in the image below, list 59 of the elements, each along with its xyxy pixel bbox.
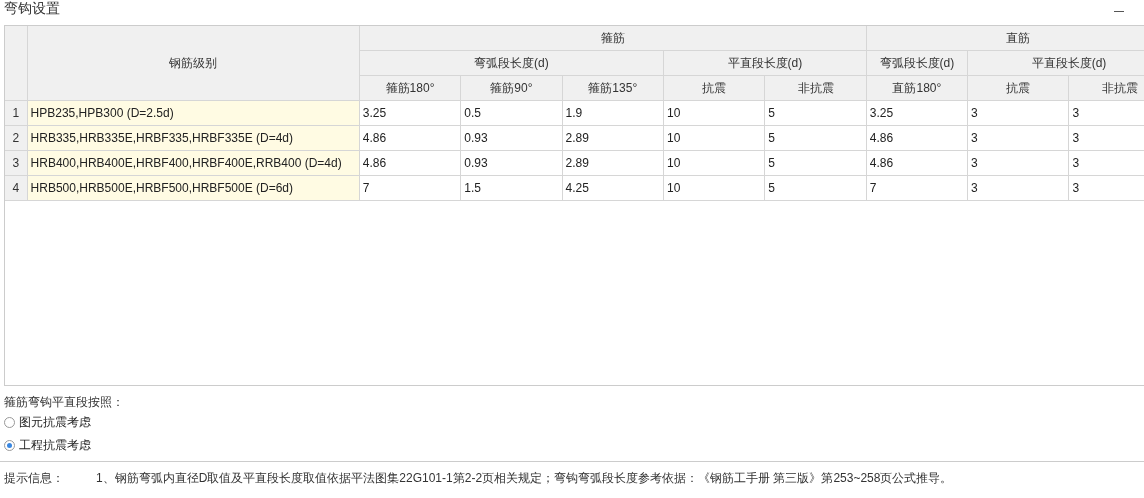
table-cell: 5 (764, 100, 867, 126)
table-cell: 0.93 (460, 150, 563, 176)
column-header: 箍筋180° (359, 75, 461, 101)
table-cell: HPB235,HPB300 (D=2.5d) (27, 100, 360, 126)
table-cell: 3.25 (866, 100, 968, 126)
row-number: 1 (5, 100, 28, 126)
table-cell: 4.86 (866, 150, 968, 176)
row-number: 3 (5, 150, 28, 176)
column-header: 钢筋级别 (27, 26, 360, 101)
group-header: 箍筋 (359, 26, 867, 51)
table-cell: 10 (663, 125, 765, 151)
table-cell: 5 (764, 150, 867, 176)
table-cell: 3 (967, 125, 1069, 151)
row-number: 2 (5, 125, 28, 151)
hint-text: 1、钢筋弯弧内直径D取值及平直段长度取值依据平法图集22G101-1第2-2页相关规定；弯钩弯弧段长度参考依据：《钢筋工手册 第三版》第253~258页公式推导。 (96, 470, 953, 487)
table-cell: 0.5 (460, 100, 563, 126)
minimize-icon[interactable] (1114, 11, 1124, 13)
option-label: 箍筋弯钩平直段按照： (4, 394, 125, 411)
table-cell: 5 (764, 175, 867, 201)
table-cell: 4.86 (359, 125, 461, 151)
radio-button[interactable] (4, 440, 15, 451)
table-cell: 3 (967, 100, 1069, 126)
table-cell: 3 (967, 150, 1069, 176)
table-cell: HRB500,HRB500E,HRBF500,HRBF500E (D=6d) (27, 175, 360, 201)
table-cell: HRB335,HRB335E,HRBF335,HRBF335E (D=4d) (27, 125, 360, 151)
radio-option[interactable]: 图元抗震考虑 (4, 411, 1144, 434)
table-cell: 7 (866, 175, 968, 201)
table-cell: 10 (663, 150, 765, 176)
column-header: 抗震 (663, 75, 765, 101)
column-header: 直筋180° (866, 75, 968, 101)
column-header: 非抗震 (764, 75, 867, 101)
table-cell: 3 (967, 175, 1069, 201)
column-header: 箍筋90° (460, 75, 563, 101)
table-cell: 2.89 (562, 125, 664, 151)
subgroup-header: 弯弧段长度(d) (866, 50, 968, 76)
table-cell: 2.89 (562, 150, 664, 176)
radio-option[interactable]: 工程抗震考虑 (4, 434, 1144, 457)
window-title: 弯钩设置 (4, 0, 60, 18)
table-cell: 0.93 (460, 125, 563, 151)
subgroup-header: 弯弧段长度(d) (359, 50, 664, 76)
table-cell: 5 (764, 125, 867, 151)
table-cell: 10 (663, 100, 765, 126)
table-cell: 1.5 (460, 175, 563, 201)
table-cell: 4.86 (866, 125, 968, 151)
subgroup-header: 平直段长度(d) (967, 50, 1144, 76)
column-header: 抗震 (967, 75, 1069, 101)
table-cell: 7 (359, 175, 461, 201)
table-cell: 10 (663, 175, 765, 201)
column-header: 箍筋135° (562, 75, 664, 101)
table-cell: 1.9 (562, 100, 664, 126)
group-header: 直筋 (866, 26, 1144, 51)
radio-button[interactable] (4, 417, 15, 428)
subgroup-header: 平直段长度(d) (663, 50, 867, 76)
table-cell: 3.25 (359, 100, 461, 126)
table-cell: 4.86 (359, 150, 461, 176)
table-cell: 4.25 (562, 175, 664, 201)
hint-label: 提示信息： (4, 470, 64, 487)
table-cell: HRB400,HRB400E,HRBF400,HRBF400E,RRB400 (D=4d) (27, 150, 360, 176)
row-number: 4 (5, 175, 28, 201)
